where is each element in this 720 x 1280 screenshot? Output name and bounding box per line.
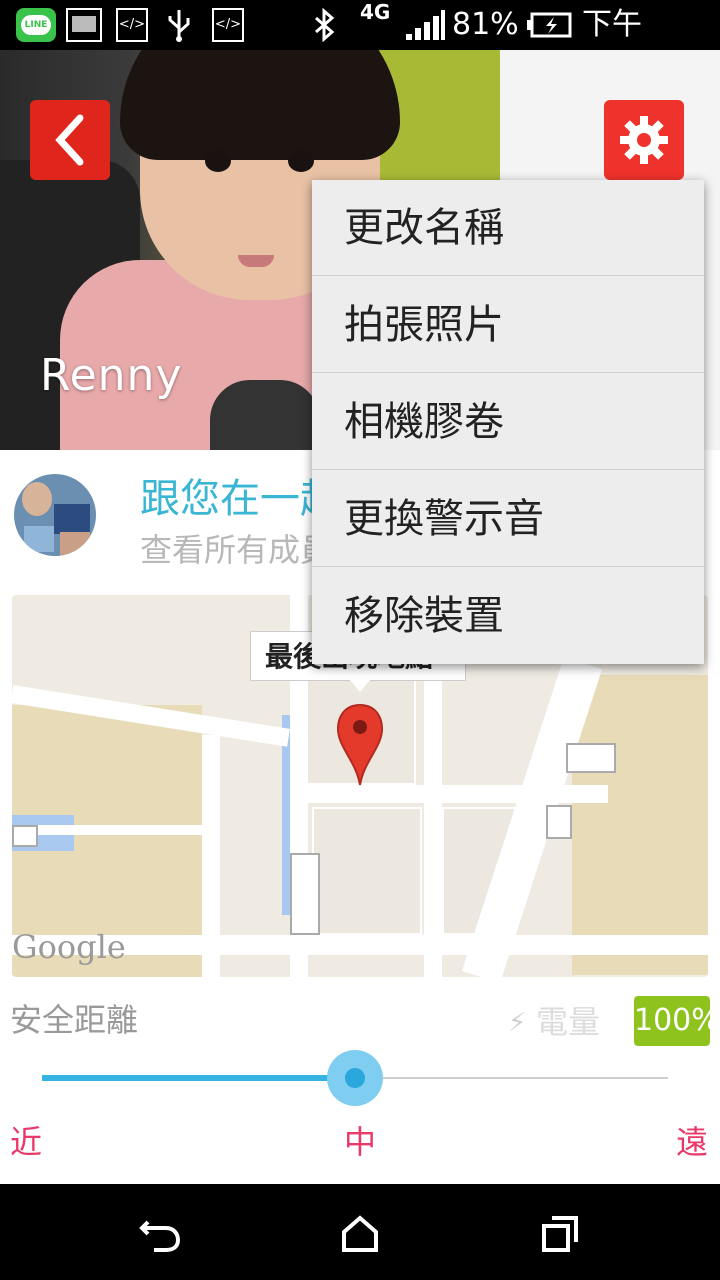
scale-mid: 中	[344, 1123, 377, 1161]
device-name: Renny	[40, 350, 183, 401]
code-icon: </>	[212, 8, 244, 42]
together-title[interactable]: 跟您在一起	[140, 474, 340, 524]
image-icon	[66, 8, 102, 42]
code-icon: </>	[116, 8, 148, 42]
bluetooth-icon	[312, 7, 336, 43]
map-pin-icon[interactable]	[336, 703, 384, 787]
google-logo: Google	[12, 928, 126, 966]
menu-item-rename[interactable]: 更改名稱	[312, 180, 704, 276]
menu-item-take-photo[interactable]: 拍張照片	[312, 277, 704, 373]
home-nav-icon[interactable]	[340, 1214, 380, 1254]
network-label: 4G	[360, 0, 391, 24]
usb-icon	[164, 8, 194, 42]
navigation-bar	[0, 1184, 720, 1280]
scale-far: 遠	[676, 1123, 709, 1161]
battery-label: 電量	[536, 1003, 601, 1041]
recents-nav-icon[interactable]	[540, 1214, 580, 1254]
settings-menu: 更改名稱 拍張照片 相機膠卷 更換警示音 移除裝置	[312, 180, 704, 664]
view-members-link[interactable]: 查看所有成員	[140, 530, 332, 570]
slider-fill	[42, 1075, 355, 1081]
menu-item-remove-device[interactable]: 移除裝置	[312, 568, 704, 664]
settings-button[interactable]	[604, 100, 684, 180]
line-icon: LINE	[16, 8, 56, 42]
bolt-icon: ⚡	[508, 1008, 527, 1038]
menu-item-change-alert-sound[interactable]: 更換警示音	[312, 471, 704, 567]
battery-charging-icon	[526, 8, 574, 42]
signal-icon	[404, 8, 446, 42]
chevron-left-icon	[55, 114, 84, 166]
battery-percent: 81%	[452, 7, 519, 42]
avatar[interactable]	[14, 474, 96, 556]
scale-near: 近	[10, 1123, 43, 1161]
safe-distance-label: 安全距離	[10, 1001, 139, 1039]
gear-icon	[620, 116, 668, 164]
menu-item-camera-roll[interactable]: 相機膠卷	[312, 374, 704, 470]
back-nav-icon[interactable]	[138, 1214, 182, 1254]
status-bar: LINE </> </> 4G 81% 下午10:47	[0, 0, 720, 84]
back-button[interactable]	[30, 100, 110, 180]
slider-thumb[interactable]	[345, 1068, 365, 1088]
battery-level-badge: 100%	[634, 996, 720, 1046]
